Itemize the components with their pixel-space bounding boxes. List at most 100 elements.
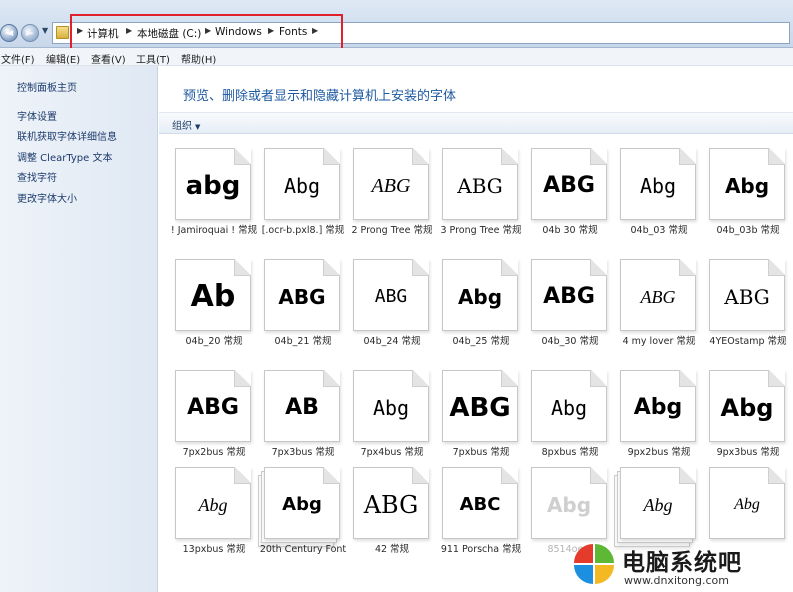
back-button[interactable]: ◄: [0, 24, 18, 42]
font-sample-text: ABG: [374, 286, 408, 307]
font-tile[interactable]: Abg 04b_03 常规: [616, 148, 702, 256]
caret-down-icon: ▼: [195, 123, 201, 131]
control-panel-home-link[interactable]: 控制面板主页: [17, 79, 77, 94]
menu-tools[interactable]: 工具(T): [136, 51, 170, 66]
watermark-url: www.dnxitong.com: [624, 574, 729, 587]
font-tile[interactable]: Abg 9px3bus 常规: [705, 370, 791, 478]
font-sample-text: Ab: [190, 279, 236, 314]
font-sample-text: Abg: [724, 174, 770, 198]
font-tile[interactable]: ABG 3 Prong Tree 常规: [438, 148, 524, 256]
font-name-label: 8pxbus 常规: [541, 447, 599, 458]
font-name-label: 7pxbus 常规: [452, 447, 510, 458]
font-name-label: 04b_21 常规: [274, 336, 332, 347]
font-tile[interactable]: Abg [.ocr-b.pxl8.] 常规: [260, 148, 346, 256]
font-tile[interactable]: Abg 8pxbus 常规: [527, 370, 613, 478]
font-tile[interactable]: ABG 04b_30 常规: [527, 259, 613, 367]
font-name-label: 4 my lover 常规: [622, 336, 696, 347]
font-tile[interactable]: Abg 04b_03b 常规: [705, 148, 791, 256]
font-sample-text: Abg: [457, 285, 503, 309]
font-sample-text: abg: [185, 171, 241, 201]
get-font-info-online-link[interactable]: 联机获取字体详细信息: [17, 128, 117, 143]
font-tile[interactable]: ABG 42 常规: [349, 467, 435, 575]
font-name-label: 2 Prong Tree 常规: [351, 225, 433, 236]
font-name-label: 7px4bus 常规: [360, 447, 424, 458]
font-name-label: 9px2bus 常规: [627, 447, 691, 458]
font-tile[interactable]: Abg 13pxbus 常规: [171, 467, 257, 575]
font-sample-text: ABG: [543, 284, 595, 309]
command-toolbar: 组织 ▼: [159, 112, 793, 134]
font-name-label: 04b_03b 常规: [716, 225, 780, 236]
menu-edit[interactable]: 编辑(E): [46, 51, 80, 66]
font-sample-text: Abg: [734, 496, 760, 513]
font-tile[interactable]: AB 7px3bus 常规: [260, 370, 346, 478]
font-sample-text: Abg: [546, 493, 592, 517]
font-tile[interactable]: ABG 7px2bus 常规: [171, 370, 257, 478]
font-name-label: 13pxbus 常规: [182, 544, 246, 555]
menu-help[interactable]: 帮助(H): [181, 51, 216, 66]
menu-file[interactable]: 文件(F): [1, 51, 35, 66]
font-name-label: 04b 30 常规: [542, 225, 598, 236]
font-tile[interactable]: Ab 04b_20 常规: [171, 259, 257, 367]
font-sample-text: Abg: [550, 396, 588, 420]
font-name-label: 04b_20 常规: [185, 336, 243, 347]
font-name-label: ! Jamiroquai ! 常规: [170, 225, 258, 236]
font-tile[interactable]: Abg 7px4bus 常规: [349, 370, 435, 478]
font-sample-text: Abg: [643, 495, 673, 515]
font-sample-text: Abg: [282, 494, 322, 515]
font-tile[interactable]: Abg 04b_25 常规: [438, 259, 524, 367]
organize-label: 组织: [172, 121, 192, 132]
font-name-label: 911 Porscha 常规: [440, 544, 522, 555]
font-sample-text: ABC: [459, 494, 501, 515]
font-name-label: 7px3bus 常规: [271, 447, 335, 458]
font-name-label: 04b_03 常规: [630, 225, 688, 236]
font-sample-text: Abg: [633, 395, 683, 420]
font-sample-text: ABG: [543, 173, 595, 198]
font-tile[interactable]: Abg 9px2bus 常规: [616, 370, 702, 478]
font-tile[interactable]: ABG 7pxbus 常规: [438, 370, 524, 478]
font-name-label: 7px2bus 常规: [182, 447, 246, 458]
watermark-title: 电脑系统吧: [622, 550, 742, 576]
page-title: 预览、删除或者显示和隐藏计算机上安装的字体: [183, 89, 457, 104]
font-name-label: 42 常规: [374, 544, 410, 555]
font-name-label: 04b_25 常规: [452, 336, 510, 347]
font-name-label: [.ocr-b.pxl8.] 常规: [261, 225, 345, 236]
organize-menu-button[interactable]: 组织 ▼: [172, 117, 200, 132]
font-name-label: 9px3bus 常规: [716, 447, 780, 458]
font-sample-text: ABG: [640, 287, 676, 307]
font-name-label: 4YEOstamp 常规: [709, 336, 787, 347]
folder-icon: [56, 26, 69, 39]
font-sample-text: ABG: [457, 174, 503, 198]
font-sample-text: ABG: [278, 285, 326, 309]
font-tile[interactable]: ABG 2 Prong Tree 常规: [349, 148, 435, 256]
font-tile[interactable]: ABG 04b 30 常规: [527, 148, 613, 256]
menu-bar: 文件(F) 编辑(E) 查看(V) 工具(T) 帮助(H): [0, 48, 793, 66]
font-name-label: 04b_30 常规: [541, 336, 599, 347]
font-sample-text: ABG: [724, 285, 770, 309]
font-name-label: 04b_24 常规: [363, 336, 421, 347]
font-settings-link[interactable]: 字体设置: [17, 108, 57, 123]
font-tile[interactable]: ABG 04b_21 常规: [260, 259, 346, 367]
font-tile[interactable]: abg ! Jamiroquai ! 常规: [171, 148, 257, 256]
font-sample-text: Abg: [372, 396, 410, 420]
font-tile[interactable]: ABG 4YEOstamp 常规: [705, 259, 791, 367]
left-task-pane: 控制面板主页 字体设置 联机获取字体详细信息 调整 ClearType 文本 查…: [0, 66, 158, 592]
font-sample-text: ABG: [449, 393, 511, 423]
font-sample-text: Abg: [198, 495, 228, 515]
font-sample-text: Abg: [639, 174, 677, 198]
forward-button[interactable]: ►: [21, 24, 39, 42]
font-sample-text: ABG: [363, 491, 419, 519]
font-tile[interactable]: ABC 911 Porscha 常规: [438, 467, 524, 575]
font-sample-text: Abg: [283, 174, 321, 198]
menu-view[interactable]: 查看(V): [91, 51, 126, 66]
font-tile[interactable]: ABG 4 my lover 常规: [616, 259, 702, 367]
change-font-size-link[interactable]: 更改字体大小: [17, 190, 77, 205]
font-tile[interactable]: Abg 20th Century Font: [258, 467, 346, 575]
font-tile[interactable]: ABG 04b_24 常规: [349, 259, 435, 367]
font-sample-text: ABG: [187, 395, 239, 420]
font-sample-text: Abg: [720, 394, 774, 422]
adjust-cleartype-link[interactable]: 调整 ClearType 文本: [17, 149, 112, 164]
recent-pages-dropdown-icon[interactable]: ▼: [42, 26, 48, 35]
find-character-link[interactable]: 查找字符: [17, 169, 57, 184]
font-name-label: 3 Prong Tree 常规: [440, 225, 522, 236]
font-sample-text: AB: [285, 395, 319, 420]
